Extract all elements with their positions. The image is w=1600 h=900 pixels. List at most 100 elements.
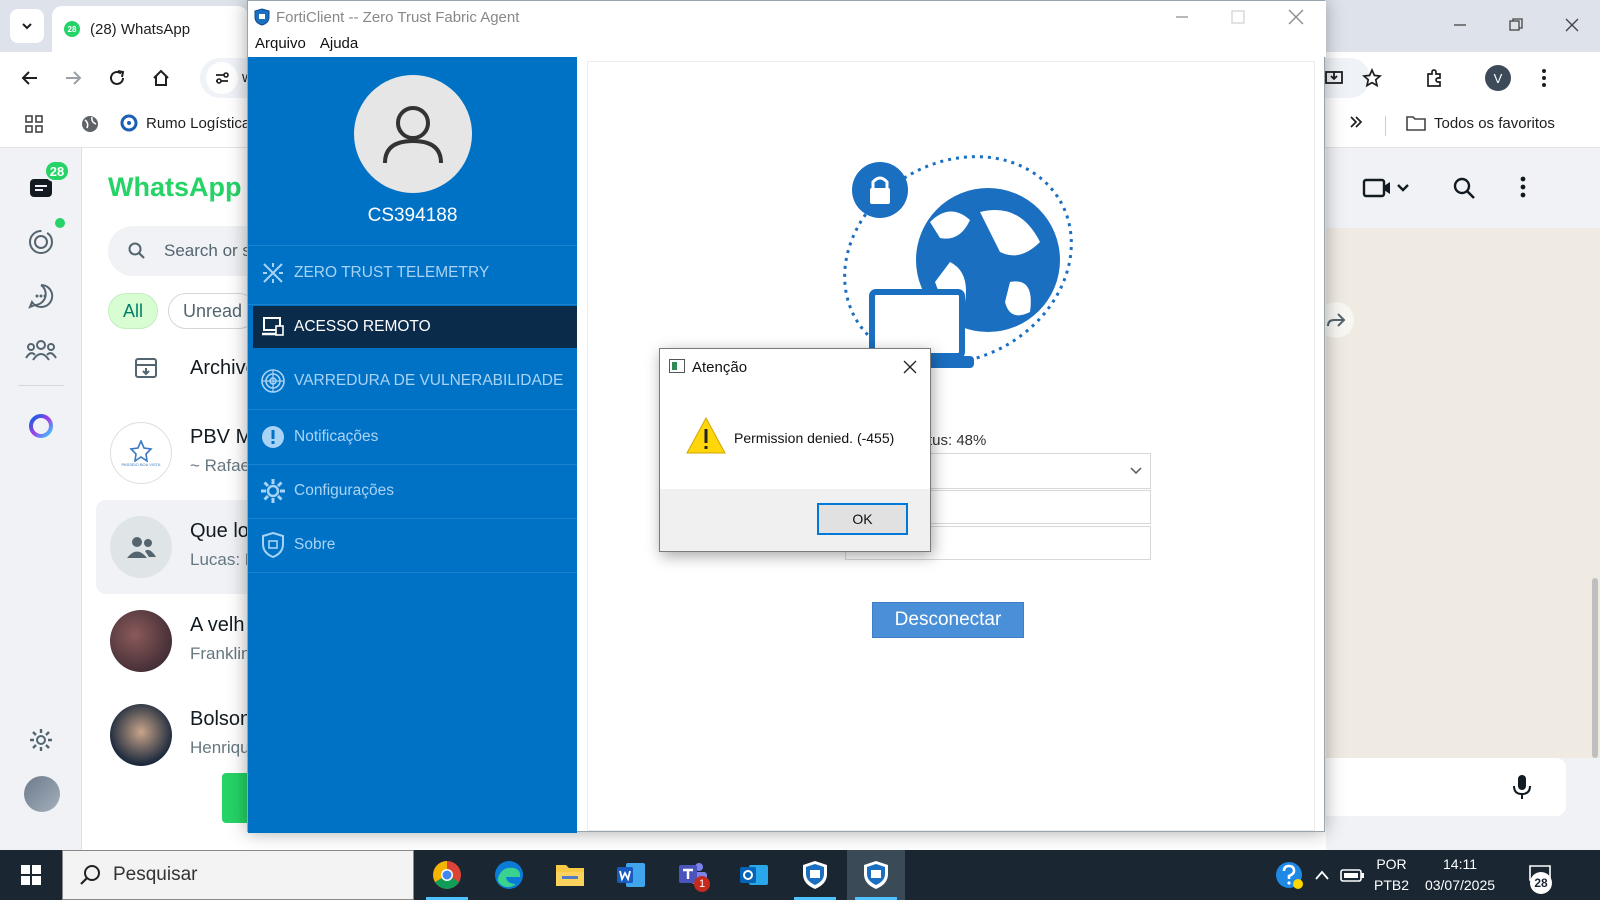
all-bookmarks-folder[interactable]: Todos os favoritos	[1406, 114, 1555, 132]
attention-dialog: Atenção Permission denied. (-455) OK	[659, 348, 931, 552]
channels-nav-button[interactable]	[21, 276, 61, 316]
nav-configuracoes[interactable]: Configurações	[253, 470, 577, 512]
meta-ai-icon	[29, 414, 53, 438]
taskbar-outlook[interactable]	[725, 850, 783, 900]
show-hidden-icons-button[interactable]	[1314, 850, 1330, 900]
bookmark-star-button[interactable]	[1356, 62, 1388, 94]
conversation-menu-button[interactable]	[1520, 176, 1526, 203]
star-icon	[1362, 68, 1382, 88]
nav-label: ZERO TRUST TELEMETRY	[294, 264, 490, 281]
sidebar-divider	[248, 409, 577, 410]
nav-varredura-vulnerabilidade[interactable]: VARREDURA DE VULNERABILIDADE	[253, 360, 577, 402]
extensions-button[interactable]	[1418, 62, 1450, 94]
nav-sobre[interactable]: Sobre	[253, 524, 577, 566]
communities-nav-button[interactable]	[21, 330, 61, 370]
meta-ai-button[interactable]	[21, 406, 61, 446]
site-settings-icon[interactable]	[206, 62, 238, 94]
close-button[interactable]	[1544, 0, 1600, 50]
menu-arquivo[interactable]: Arquivo	[255, 33, 306, 57]
clock[interactable]: 14:11 03/07/2025	[1420, 850, 1500, 900]
language-indicator[interactable]: POR PTB2	[1374, 850, 1409, 900]
communities-icon	[25, 340, 57, 361]
nav-notificacoes[interactable]: Notificações	[253, 416, 577, 458]
close-icon	[1288, 9, 1304, 25]
browser-tab-whatsapp[interactable]: 28 (28) WhatsApp	[52, 6, 248, 52]
menu-ajuda[interactable]: Ajuda	[320, 33, 358, 57]
whatsapp-chat-list: WhatsApp Search or start a new chat All …	[82, 148, 252, 850]
forti-minimize-button[interactable]	[1154, 1, 1210, 33]
chat-avatar-text: PASSEIO BOA VISTA	[121, 461, 161, 467]
conversation-search-button[interactable]	[1452, 176, 1476, 205]
conversation-scrollbar[interactable]	[1592, 578, 1598, 758]
remote-access-icon	[260, 314, 286, 340]
profile-button[interactable]: V	[1482, 62, 1514, 94]
taskbar-teams[interactable]: 1	[664, 850, 722, 900]
my-profile-avatar[interactable]	[24, 776, 60, 812]
forti-close-button[interactable]	[1268, 1, 1324, 33]
help-tray-button[interactable]	[1274, 850, 1304, 900]
taskbar-forticlient-active[interactable]	[847, 850, 905, 900]
browser-menu-button[interactable]	[1528, 62, 1560, 94]
restore-button[interactable]	[1488, 0, 1544, 50]
chat-search-input[interactable]: Search or start a new chat	[108, 226, 252, 276]
chat-item[interactable]: A velh Franklin	[96, 594, 252, 688]
edge-icon	[495, 861, 523, 889]
battery-tray-button[interactable]	[1340, 850, 1366, 900]
vpn-status-text: tus: 48%	[928, 432, 987, 449]
settings-nav-button[interactable]	[21, 720, 61, 760]
back-button[interactable]	[14, 62, 46, 94]
nav-acesso-remoto[interactable]: ACESSO REMOTO	[253, 306, 577, 348]
disconnect-button[interactable]: Desconectar	[872, 602, 1024, 638]
shield-icon	[260, 532, 286, 558]
nav-zero-trust-telemetry[interactable]: ZERO TRUST TELEMETRY	[253, 252, 577, 294]
taskbar-search-box[interactable]: Pesquisar	[62, 850, 414, 900]
chat-item[interactable]: Bolson Henriqu	[96, 688, 252, 782]
dialog-ok-button[interactable]: OK	[817, 503, 908, 535]
chat-item-selected[interactable]: Que lo Lucas: P	[96, 500, 252, 594]
start-button[interactable]	[0, 850, 62, 900]
bookmark-rumo[interactable]: Rumo Logística	[120, 114, 250, 132]
message-compose-bar	[1326, 758, 1600, 850]
taskbar-chrome[interactable]	[418, 850, 476, 900]
unread-count-badge: 28	[44, 160, 70, 182]
notification-center-button[interactable]: 28	[1520, 850, 1560, 900]
archived-row[interactable]: Archived	[134, 356, 252, 380]
apps-button[interactable]	[24, 114, 44, 134]
video-call-button[interactable]	[1362, 176, 1412, 205]
taskbar-forticlient[interactable]	[786, 850, 844, 900]
taskbar-word[interactable]	[602, 850, 660, 900]
clock-date: 03/07/2025	[1424, 877, 1496, 893]
chevron-up-icon	[1315, 870, 1329, 880]
more-bookmarks-button[interactable]	[1348, 114, 1364, 130]
chat-item[interactable]: PASSEIO BOA VISTA PBV M ~ Rafael	[96, 406, 252, 500]
word-icon	[617, 863, 645, 887]
home-icon	[153, 69, 169, 86]
bookmark-globe[interactable]	[80, 114, 100, 134]
search-icon	[80, 865, 100, 885]
forward-button[interactable]	[57, 62, 89, 94]
home-button[interactable]	[145, 62, 177, 94]
voice-message-button[interactable]	[1512, 774, 1532, 805]
nav-label: Sobre	[294, 536, 336, 553]
filter-unread-chip[interactable]: Unread	[168, 293, 252, 329]
minimize-button[interactable]	[1432, 0, 1488, 50]
chat-preview: Henriqu	[190, 738, 250, 757]
warning-icon	[686, 416, 726, 454]
taskbar-search-placeholder: Pesquisar	[113, 864, 198, 885]
dialog-close-button[interactable]	[896, 355, 924, 379]
taskbar-edge[interactable]	[480, 850, 538, 900]
status-nav-button[interactable]	[21, 222, 61, 262]
forward-icon	[1327, 313, 1346, 327]
forti-maximize-button[interactable]	[1210, 1, 1266, 33]
chat-avatar	[110, 610, 172, 672]
microphone-icon	[1513, 775, 1531, 799]
reload-button[interactable]	[101, 62, 133, 94]
filter-all-chip[interactable]: All	[108, 293, 159, 329]
forticlient-window-title: FortiClient -- Zero Trust Fabric Agent	[276, 9, 520, 26]
radar-icon	[260, 368, 286, 394]
taskbar-file-explorer[interactable]	[541, 850, 599, 900]
nav-label: Notificações	[294, 428, 379, 445]
forticlient-titlebar: FortiClient -- Zero Trust Fabric Agent	[248, 1, 1326, 33]
rail-divider	[18, 385, 64, 386]
tab-search-button[interactable]	[10, 9, 44, 43]
